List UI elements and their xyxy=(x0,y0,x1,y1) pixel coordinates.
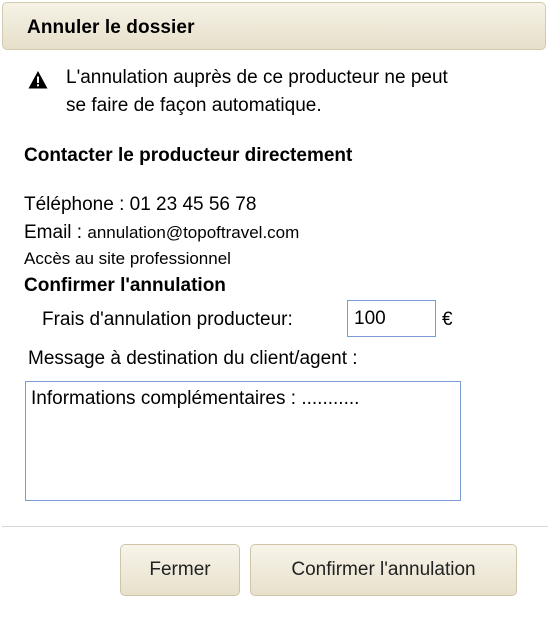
email-label: Email : xyxy=(24,222,88,243)
contact-heading: Contacter le producteur directement xyxy=(24,145,353,166)
confirm-cancel-button[interactable]: Confirmer l'annulation xyxy=(250,544,517,596)
pro-site-link[interactable]: Accès au site professionnel xyxy=(24,249,231,269)
footer-divider xyxy=(2,526,548,527)
dialog-title: Annuler le dossier xyxy=(27,17,195,38)
email-address: annulation@topoftravel.com xyxy=(87,223,300,242)
dialog-titlebar: Annuler le dossier xyxy=(2,2,546,50)
phone-text: Téléphone : 01 23 45 56 78 xyxy=(24,194,257,215)
fee-label: Frais d'annulation producteur: xyxy=(42,309,293,330)
confirm-heading: Confirmer l'annulation xyxy=(24,275,226,296)
close-button[interactable]: Fermer xyxy=(120,544,240,596)
email-line: Email : annulation@topoftravel.com xyxy=(24,222,299,244)
message-label: Message à destination du client/agent : xyxy=(28,348,358,369)
message-textarea[interactable]: Informations complémentaires : .........… xyxy=(25,381,461,501)
warning-icon xyxy=(28,71,48,89)
warning-message: L'annulation auprès de ce producteur ne … xyxy=(66,64,536,120)
warning-line-2: se faire de façon automatique. xyxy=(66,95,322,116)
currency-symbol: € xyxy=(442,309,453,330)
warning-line-1: L'annulation auprès de ce producteur ne … xyxy=(66,67,448,88)
cancel-dossier-dialog: Annuler le dossier L'annulation auprès d… xyxy=(0,0,550,617)
fee-input[interactable] xyxy=(347,300,436,337)
